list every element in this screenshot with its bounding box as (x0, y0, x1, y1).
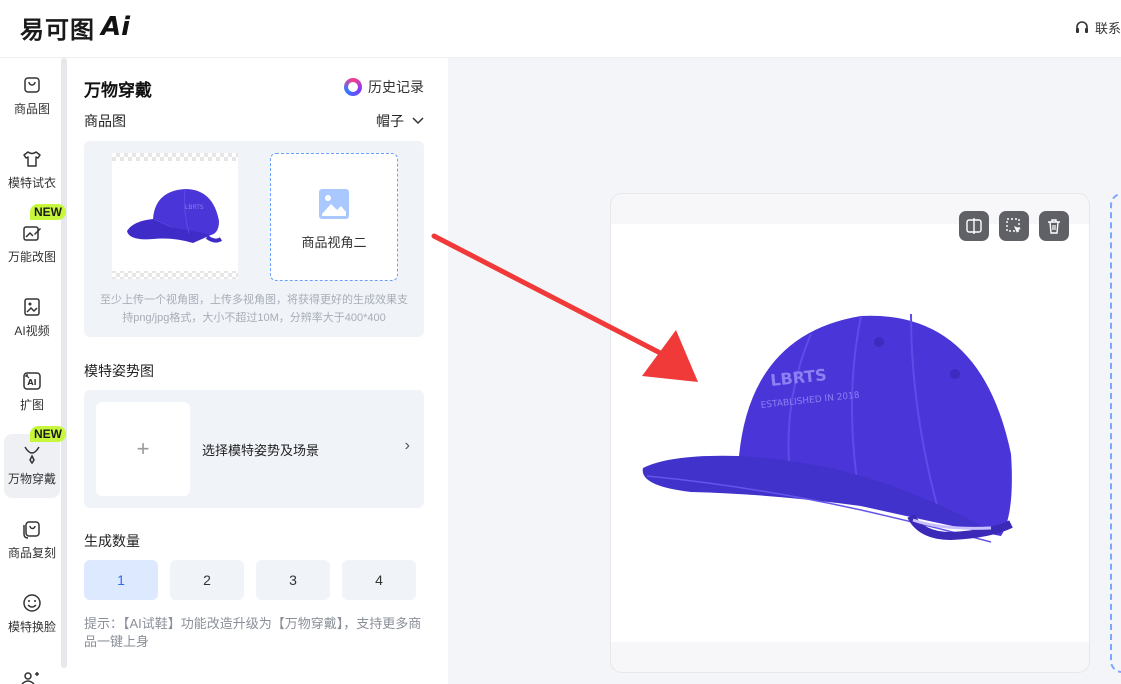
new-badge: NEW (30, 426, 66, 442)
logo-ai-mark: Ai (101, 12, 131, 42)
nav-item-face-swap[interactable]: 模特换脸 (4, 582, 60, 646)
pose-prompt: 选择模特姿势及场景 (202, 443, 320, 458)
settings-panel: 万物穿戴 历史记录 商品图 帽子 LBRTS 商品视角二 至少上传一个视角图，上… (68, 58, 448, 684)
compare-button[interactable] (959, 211, 989, 241)
history-icon (344, 78, 362, 96)
image-placeholder-icon (319, 188, 349, 219)
nav-item-ai-video[interactable]: AI视频 (4, 286, 60, 350)
necklace-icon (24, 446, 40, 465)
contact-link[interactable]: 联系 (1074, 18, 1121, 37)
nav-item-label: AI视频 (14, 324, 50, 338)
upload-tip: 至少上传一个视角图，上传多视角图，将获得更好的生成效果支持png/jpg格式，大… (100, 294, 408, 324)
app-logo[interactable]: 易可图 Ai (20, 10, 130, 44)
top-header: 易可图 Ai 联系 (0, 0, 1121, 58)
edit-image-icon (23, 226, 41, 241)
product-section-label: 商品图 (84, 113, 126, 129)
select-icon (1006, 218, 1021, 233)
nav-item-wear-anything[interactable]: NEW 万物穿戴 (4, 426, 66, 498)
face-icon (23, 594, 41, 612)
headset-icon (1075, 20, 1088, 33)
count-option-3[interactable]: 3 (256, 560, 330, 600)
nav-item-model-tryon[interactable]: 模特试衣 (4, 138, 60, 202)
video-icon (24, 298, 40, 316)
nav-scrollbar[interactable] (61, 58, 67, 668)
count-option-4[interactable]: 4 (342, 560, 416, 600)
add-pose-icon: + (96, 402, 190, 496)
annotation-arrow-icon (431, 233, 698, 382)
left-nav: 商品图 模特试衣 NEW 万能改图 AI视频 AI 扩图 NEW 万物穿戴 商品… (0, 58, 68, 684)
count-option-2[interactable]: 2 (170, 560, 244, 600)
panel-title: 万物穿戴 (84, 81, 152, 100)
nav-item-expand[interactable]: AI 扩图 (4, 360, 60, 424)
expand-icon: AI (23, 372, 41, 390)
nav-more-icon[interactable] (20, 670, 42, 684)
svg-text:AI: AI (27, 378, 36, 387)
svg-text:LBRTS: LBRTS (185, 204, 204, 211)
logo-text: 易可图 (20, 15, 95, 44)
view2-label: 商品视角二 (301, 234, 367, 250)
thumbnail-image: LBRTS (112, 161, 238, 271)
nav-item-label: 扩图 (19, 398, 44, 412)
nav-item-product-image[interactable]: 商品图 (4, 64, 60, 128)
cap-thumbnail-graphic: LBRTS (127, 188, 223, 243)
product-view2-upload[interactable]: 商品视角二 (270, 153, 398, 281)
nav-item-label: 模特换脸 (7, 620, 56, 634)
pose-section-label: 模特姿势图 (84, 363, 154, 379)
count-option-1[interactable]: 1 (84, 560, 158, 600)
delete-button[interactable] (1039, 211, 1069, 241)
chevron-down-icon (412, 114, 424, 128)
nav-item-label: 万物穿戴 (7, 472, 56, 486)
contact-label: 联系 (1094, 21, 1121, 36)
delete-icon (1048, 219, 1060, 234)
compare-icon (966, 218, 982, 234)
new-badge: NEW (30, 204, 66, 220)
count-selector: 1 2 3 4 (84, 560, 428, 600)
bag-icon (24, 77, 40, 93)
count-section-label: 生成数量 (84, 533, 140, 549)
select-area-button[interactable] (999, 211, 1029, 241)
people-icon (21, 672, 39, 684)
feature-hint: 提示：【AI试鞋】功能改造升级为【万物穿戴】，支持更多商品一键上身 (84, 616, 422, 649)
category-select[interactable]: 帽子 (376, 111, 424, 131)
pose-select-card[interactable]: + 选择模特姿势及场景 › (84, 390, 424, 508)
history-button[interactable]: 历史记录 (344, 77, 424, 97)
chevron-right-icon: › (404, 437, 410, 454)
nav-item-label: 万能改图 (7, 250, 56, 264)
next-card-placeholder[interactable] (1110, 193, 1121, 673)
tshirt-icon (23, 151, 41, 167)
product-thumbnail[interactable]: LBRTS (112, 153, 238, 279)
history-label: 历史记录 (368, 79, 424, 95)
copy-bag-icon (23, 521, 40, 539)
nav-item-product-replicate[interactable]: 商品复刻 (4, 508, 60, 572)
category-selected: 帽子 (376, 113, 404, 129)
nav-item-universal-edit[interactable]: NEW 万能改图 (4, 204, 66, 276)
nav-item-label: 商品复刻 (7, 546, 56, 560)
nav-item-label: 模特试衣 (7, 176, 56, 190)
nav-item-label: 商品图 (13, 102, 50, 116)
product-upload-area: LBRTS 商品视角二 至少上传一个视角图，上传多视角图，将获得更好的生成效果支… (84, 141, 424, 337)
